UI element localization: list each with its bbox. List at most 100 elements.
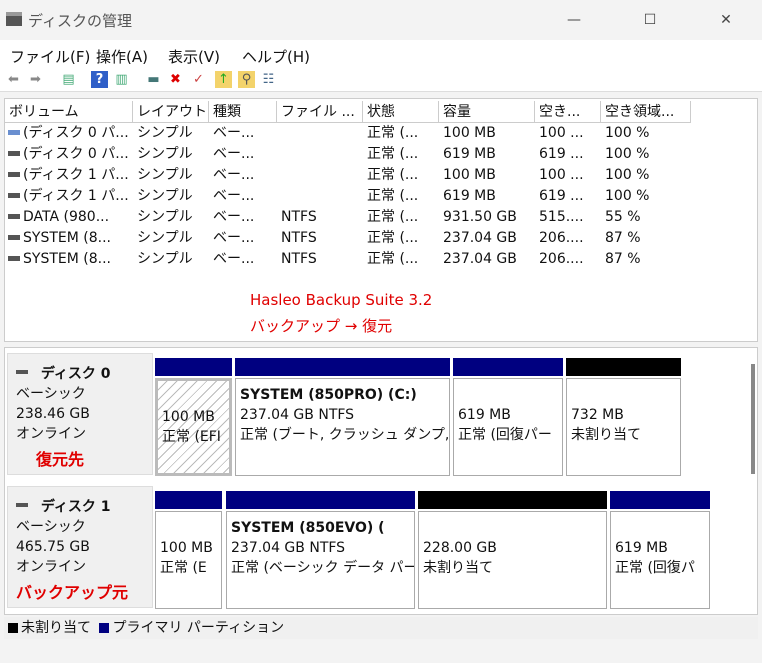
- menu-view[interactable]: 表示(V): [168, 46, 220, 67]
- search-folder-icon[interactable]: ⚲: [238, 71, 255, 88]
- table-cell: ベー...: [213, 167, 255, 183]
- partition[interactable]: 100 MB 正常 (EFI: [155, 358, 232, 476]
- column-header[interactable]: 空き...: [535, 101, 601, 123]
- close-button[interactable]: ✕: [706, 6, 746, 34]
- table-cell: ベー...: [213, 209, 255, 225]
- partition[interactable]: 732 MB 未割り当て: [566, 358, 681, 476]
- partition-box: SYSTEM (850PRO) (C:) 237.04 GB NTFS 正常 (…: [235, 378, 450, 476]
- delete-icon[interactable]: ✖: [167, 71, 184, 88]
- volume-icon: [8, 256, 20, 261]
- list-view-icon[interactable]: ☷: [260, 71, 277, 88]
- partition-title: SYSTEM (850EVO) (: [231, 520, 385, 536]
- table-cell: 100 %: [605, 188, 650, 204]
- properties-icon[interactable]: ✓: [190, 71, 207, 88]
- show-hide-console-tree-icon[interactable]: ▤: [60, 71, 77, 88]
- folder-up-icon[interactable]: ↑: [215, 71, 232, 88]
- minimize-button[interactable]: —: [554, 6, 594, 34]
- volume-icon: [8, 151, 20, 156]
- volume-icon: [8, 235, 20, 240]
- scrollbar[interactable]: [751, 364, 755, 474]
- disk-0-label[interactable]: ディスク 0 ベーシック 238.46 GB オンライン 復元先: [7, 353, 153, 475]
- table-cell: 55 %: [605, 209, 641, 225]
- table-cell: 87 %: [605, 230, 641, 246]
- table-cell: 正常 (...: [367, 230, 419, 246]
- column-header[interactable]: ボリューム: [5, 101, 133, 123]
- partition[interactable]: SYSTEM (850EVO) ( 237.04 GB NTFS 正常 (ベーシ…: [226, 491, 415, 609]
- forward-icon[interactable]: ➡: [27, 71, 44, 88]
- table-cell: NTFS: [281, 209, 317, 225]
- volume-list[interactable]: ボリューム レイアウト 種類 ファイル ... 状態 容量 空き... 空き領域... (ディ…: [4, 98, 758, 342]
- disk-status: オンライン: [16, 426, 86, 442]
- table-cell: NTFS: [281, 230, 317, 246]
- table-cell: 正常 (...: [367, 167, 419, 183]
- back-icon[interactable]: ⬅: [5, 71, 22, 88]
- column-header[interactable]: 種類: [209, 101, 277, 123]
- table-cell: 正常 (...: [367, 146, 419, 162]
- disk-1-label[interactable]: ディスク 1 ベーシック 465.75 GB オンライン バックアップ元: [7, 486, 153, 608]
- table-cell: [277, 186, 363, 207]
- table-cell: 正常 (...: [367, 209, 419, 225]
- table-cell: 100 MB: [443, 125, 496, 141]
- disk-icon: [16, 503, 28, 507]
- table-cell: 正常 (...: [367, 125, 419, 141]
- column-header[interactable]: ファイル ...: [277, 101, 363, 123]
- partition-bar: [610, 491, 710, 509]
- partition[interactable]: 228.00 GB 未割り当て: [418, 491, 607, 609]
- partition-status: 正常 (ベーシック データ パー: [231, 560, 415, 576]
- volume-icon: [8, 130, 20, 135]
- table-cell: シンプル: [137, 167, 193, 183]
- table-cell: (ディスク 1 パ...: [23, 188, 129, 204]
- table-cell: 100 MB: [443, 167, 496, 183]
- disk-name: ディスク 1: [40, 499, 111, 515]
- partition-box: 619 MB 正常 (回復パー: [453, 378, 563, 476]
- partition-size: 228.00 GB: [423, 540, 497, 556]
- table-cell: SYSTEM (8...: [23, 230, 111, 246]
- maximize-button[interactable]: ☐: [630, 6, 670, 34]
- partition-bar: [566, 358, 681, 376]
- table-cell: 100 ...: [539, 167, 584, 183]
- table-cell: シンプル: [137, 251, 193, 267]
- annotation-line-1: Hasleo Backup Suite 3.2: [250, 291, 433, 309]
- volume-icon: [8, 214, 20, 219]
- column-header[interactable]: レイアウト: [133, 101, 209, 123]
- title-bar: ディスクの管理 — ☐ ✕: [0, 0, 762, 40]
- menu-action[interactable]: 操作(A): [96, 46, 148, 67]
- partition-box: 100 MB 正常 (E: [155, 511, 222, 609]
- disk-management-icon: [6, 12, 22, 26]
- disk-name: ディスク 0: [40, 366, 111, 382]
- partition-status: 未割り当て: [423, 560, 493, 576]
- window-title: ディスクの管理: [28, 12, 132, 30]
- partition[interactable]: 619 MB 正常 (回復パー: [453, 358, 563, 476]
- table-cell: 100 ...: [539, 125, 584, 141]
- menu-file[interactable]: ファイル(F): [10, 46, 90, 67]
- disk-graphical-view: ディスク 0 ベーシック 238.46 GB オンライン 復元先 100 MB …: [4, 347, 758, 615]
- table-cell: 206....: [539, 251, 584, 267]
- partition-size: 237.04 GB NTFS: [240, 407, 355, 423]
- partition-box: 100 MB 正常 (EFI: [155, 378, 232, 476]
- partition-status: 正常 (回復パ: [615, 560, 695, 576]
- partition-box: SYSTEM (850EVO) ( 237.04 GB NTFS 正常 (ベーシ…: [226, 511, 415, 609]
- show-action-pane-icon[interactable]: ▥: [113, 71, 130, 88]
- partition-bar: [235, 358, 450, 376]
- help-icon[interactable]: ?: [91, 71, 108, 88]
- table-cell: シンプル: [137, 188, 193, 204]
- volume-icon: [8, 172, 20, 177]
- table-cell: NTFS: [281, 251, 317, 267]
- table-cell: 619 MB: [443, 146, 496, 162]
- partition-size: 237.04 GB NTFS: [231, 540, 346, 556]
- table-cell: ベー...: [213, 251, 255, 267]
- primary-swatch: [99, 623, 110, 633]
- column-header[interactable]: 空き領域...: [601, 101, 691, 123]
- table-cell: (ディスク 1 パ...: [23, 167, 129, 183]
- connect-disk-icon[interactable]: ▬: [145, 71, 162, 88]
- partition[interactable]: SYSTEM (850PRO) (C:) 237.04 GB NTFS 正常 (…: [235, 358, 450, 476]
- table-cell: ベー...: [213, 230, 255, 246]
- table-cell: 正常 (...: [367, 251, 419, 267]
- partition-bar: [453, 358, 563, 376]
- partition[interactable]: 619 MB 正常 (回復パ: [610, 491, 710, 609]
- column-header[interactable]: 容量: [439, 101, 535, 123]
- partition[interactable]: 100 MB 正常 (E: [155, 491, 222, 609]
- column-header[interactable]: 状態: [363, 101, 439, 123]
- menu-help[interactable]: ヘルプ(H): [242, 46, 310, 67]
- table-cell: [277, 165, 363, 186]
